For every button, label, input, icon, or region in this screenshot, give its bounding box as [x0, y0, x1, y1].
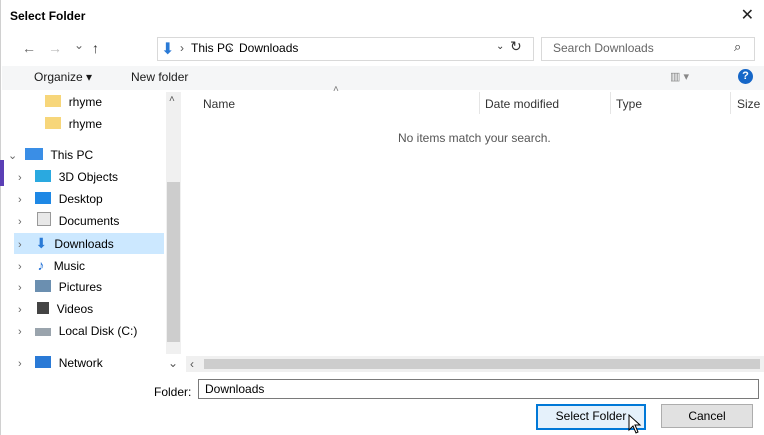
- title-bar: [2, 0, 764, 34]
- nav-item-local-disk[interactable]: › Local Disk (C:): [18, 321, 164, 342]
- nav-item-network[interactable]: › Network: [14, 354, 103, 372]
- nav-item-label: rhyme: [68, 95, 103, 109]
- nav-item-label: Videos: [56, 302, 94, 316]
- nav-item-label: Pictures: [58, 280, 103, 294]
- window-left-border: [0, 0, 1, 435]
- navigation-pane: rhyme rhyme ⌄ This PC › 3D Objects › Des…: [8, 92, 184, 354]
- nav-item-videos[interactable]: › Videos: [18, 299, 164, 320]
- nav-item-desktop[interactable]: › Desktop: [18, 189, 164, 210]
- nav-item-label: 3D Objects: [58, 170, 119, 184]
- breadcrumb-separator[interactable]: ›: [228, 41, 232, 55]
- nav-item-3d-objects[interactable]: › 3D Objects: [18, 167, 164, 188]
- pictures-icon: [35, 280, 52, 292]
- nav-item-rhyme[interactable]: rhyme: [14, 114, 164, 135]
- video-icon: [37, 302, 50, 314]
- expand-chevron-icon[interactable]: ›: [18, 257, 32, 278]
- nav-item-documents[interactable]: › Documents: [18, 211, 164, 232]
- change-view-icon[interactable]: ▥ ▾: [670, 70, 689, 83]
- nav-item-music[interactable]: › ♪ Music: [18, 255, 164, 276]
- sort-indicator-icon: ˄: [333, 84, 339, 95]
- folder-icon: [45, 117, 62, 129]
- breadcrumb-downloads[interactable]: Downloads: [239, 41, 298, 55]
- music-icon: ♪: [37, 257, 45, 273]
- expand-chevron-icon[interactable]: ›: [18, 212, 32, 233]
- cube-icon: [35, 170, 52, 182]
- mouse-cursor-icon: [628, 414, 642, 434]
- cancel-button[interactable]: Cancel: [661, 404, 753, 428]
- nav-collapse-icon[interactable]: ⌄: [168, 356, 178, 370]
- refresh-icon[interactable]: ↻: [510, 38, 522, 55]
- search-icon[interactable]: ⌕: [734, 39, 741, 55]
- column-header-type[interactable]: Type: [616, 97, 642, 111]
- up-icon[interactable]: ↑: [92, 40, 99, 56]
- nav-item-label: Downloads: [54, 237, 114, 251]
- nav-item-label: rhyme: [68, 117, 103, 131]
- nav-item-label: This PC: [50, 148, 94, 162]
- column-separator[interactable]: [479, 92, 480, 114]
- scroll-up-icon[interactable]: ˄: [169, 94, 175, 105]
- column-header-date-modified[interactable]: Date modified: [485, 97, 559, 111]
- help-icon[interactable]: ?: [738, 69, 753, 84]
- desktop-icon: [35, 192, 52, 204]
- nav-item-label: Desktop: [58, 192, 103, 206]
- address-dropdown-icon[interactable]: ⌄: [496, 41, 504, 52]
- horizontal-scroll-thumb[interactable]: [204, 359, 760, 369]
- recent-locations-icon[interactable]: ⌄: [74, 38, 84, 52]
- nav-item-label: Network: [58, 356, 103, 370]
- folder-name-input[interactable]: Downloads: [198, 379, 759, 399]
- network-icon: [35, 356, 52, 368]
- expand-chevron-icon[interactable]: ›: [18, 190, 32, 211]
- empty-results-message: No items match your search.: [398, 131, 551, 145]
- nav-item-rhyme[interactable]: rhyme: [14, 92, 164, 113]
- nav-item-pictures[interactable]: › Pictures: [18, 277, 164, 298]
- search-input[interactable]: Search Downloads: [553, 41, 654, 55]
- document-icon: [37, 212, 52, 226]
- nav-scroll-thumb[interactable]: [167, 182, 180, 342]
- download-icon: ⬇: [35, 235, 48, 251]
- expand-chevron-icon[interactable]: ›: [18, 168, 32, 189]
- expand-chevron-icon[interactable]: ⌄: [8, 146, 22, 167]
- expand-chevron-icon[interactable]: ›: [18, 355, 32, 373]
- organize-button[interactable]: Organize ▾: [34, 70, 92, 84]
- close-icon[interactable]: ✕: [741, 5, 754, 25]
- nav-item-label: Documents: [58, 214, 120, 228]
- command-bar: [2, 66, 764, 90]
- disk-icon: [35, 328, 52, 336]
- new-folder-button[interactable]: New folder: [131, 70, 188, 84]
- computer-icon: [25, 148, 44, 160]
- column-separator[interactable]: [610, 92, 611, 114]
- downloads-location-icon: ⬇: [161, 41, 175, 58]
- expand-chevron-icon[interactable]: ›: [18, 300, 32, 321]
- scroll-left-icon[interactable]: ‹: [190, 357, 194, 371]
- expand-chevron-icon[interactable]: ›: [18, 278, 32, 299]
- back-icon[interactable]: ←: [22, 40, 36, 56]
- expand-chevron-icon[interactable]: ›: [18, 235, 32, 256]
- dialog-title: Select Folder: [10, 9, 86, 23]
- column-header-size[interactable]: Size: [737, 97, 764, 111]
- nav-item-downloads[interactable]: › ⬇ Downloads: [14, 233, 164, 254]
- column-header-name[interactable]: Name: [203, 97, 235, 111]
- nav-item-this-pc[interactable]: ⌄ This PC: [8, 145, 164, 166]
- forward-icon[interactable]: →: [48, 40, 62, 56]
- background-accent-bar: [0, 160, 4, 186]
- nav-item-label: Local Disk (C:): [58, 324, 138, 338]
- breadcrumb-separator[interactable]: ›: [180, 41, 184, 55]
- folder-label: Folder:: [154, 385, 192, 399]
- folder-icon: [45, 95, 62, 107]
- nav-item-label: Music: [53, 259, 86, 273]
- expand-chevron-icon[interactable]: ›: [18, 322, 32, 343]
- column-separator[interactable]: [730, 92, 731, 114]
